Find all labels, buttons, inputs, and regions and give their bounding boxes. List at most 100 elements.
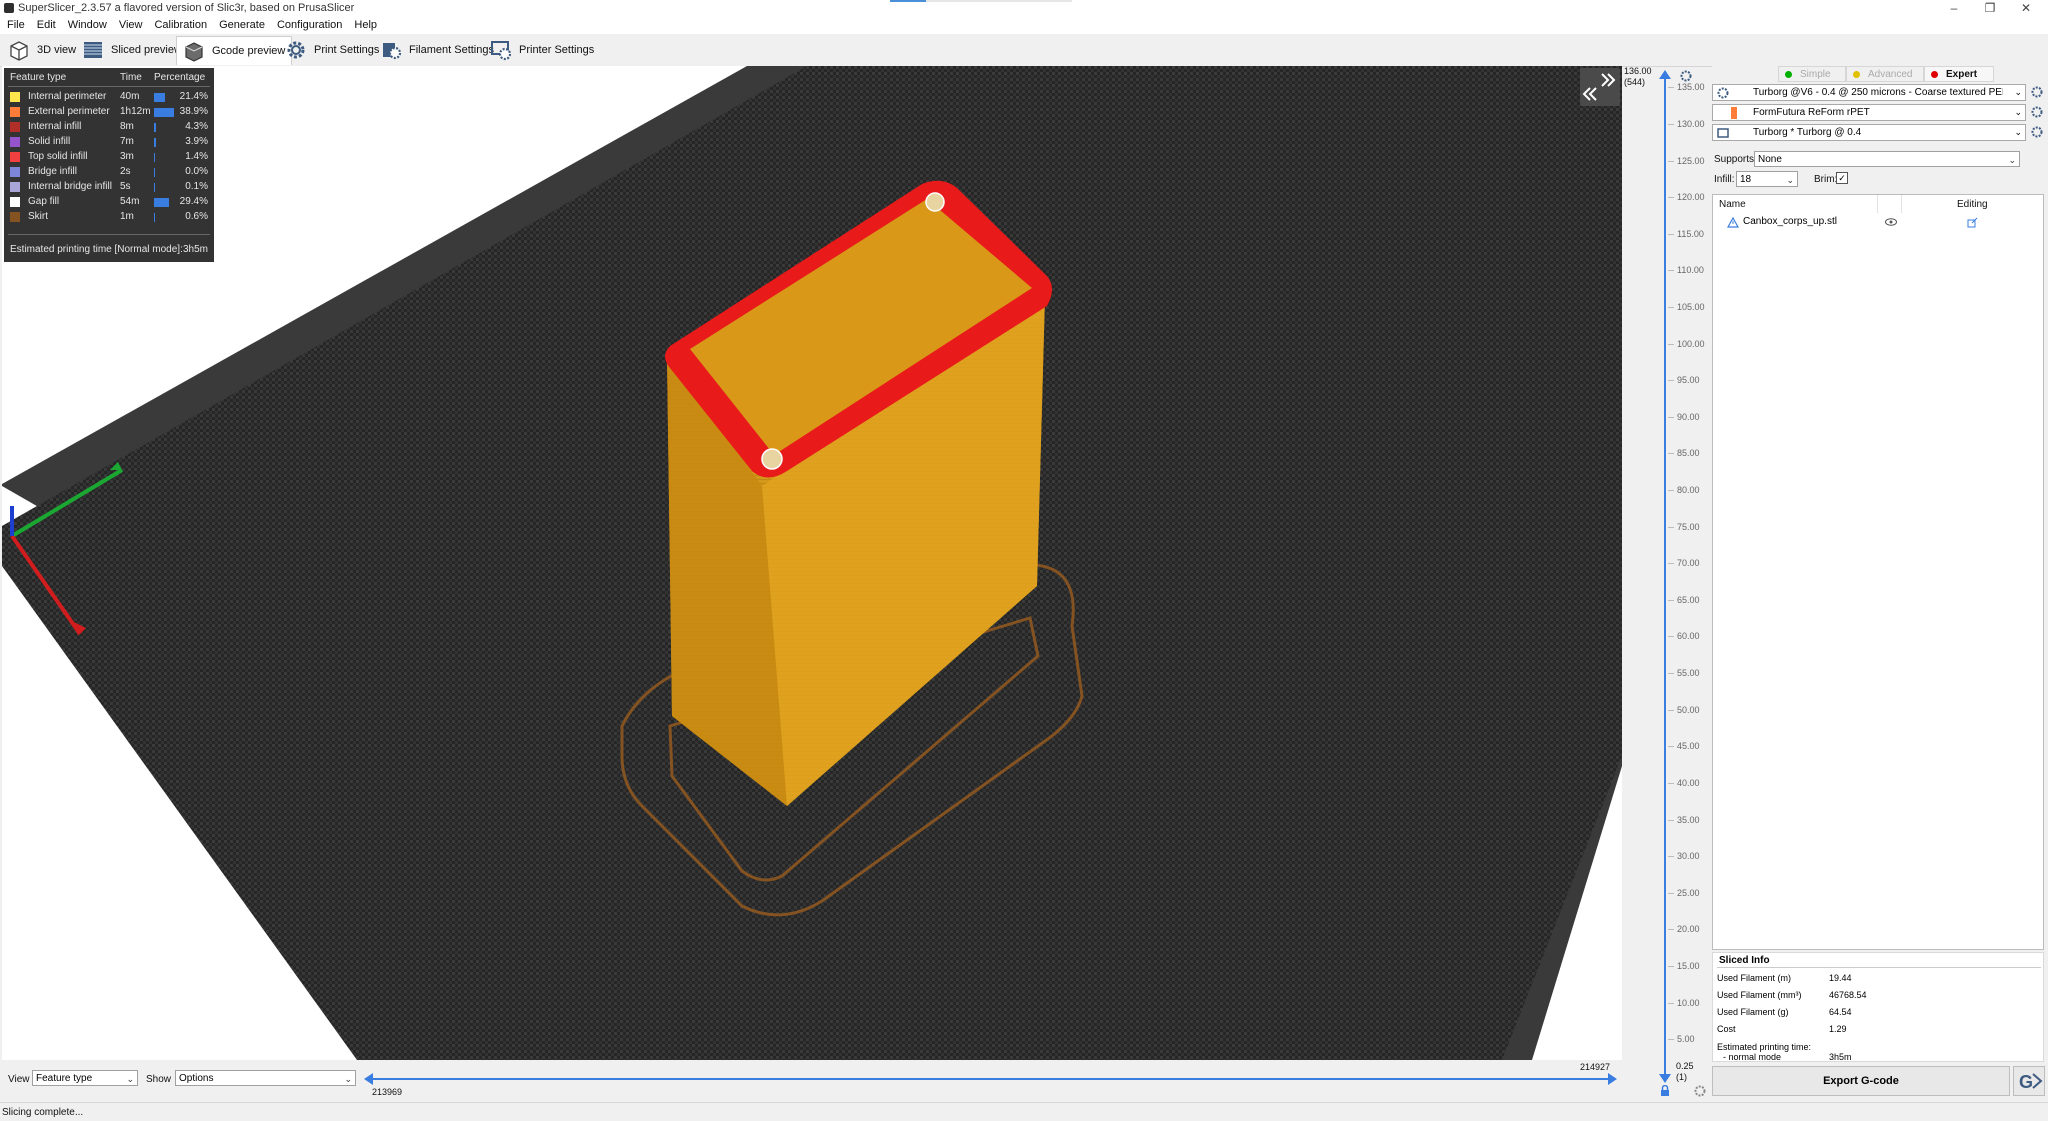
brim-checkbox[interactable]: ✓: [1836, 172, 1848, 184]
legend-feature-name: Skirt: [28, 211, 48, 222]
legend-row[interactable]: Gap fill 54m 29.4%: [4, 195, 214, 210]
infill-select[interactable]: 18 ⌄: [1736, 171, 1798, 187]
legend-row[interactable]: Internal infill 8m 4.3%: [4, 120, 214, 135]
view-select[interactable]: Feature type ⌄: [32, 1070, 138, 1086]
gear-icon[interactable]: [1680, 70, 1692, 82]
legend-color-swatch: [10, 167, 20, 177]
legend-feature-time: 54m: [120, 196, 140, 207]
layer-tick: [1668, 1003, 1674, 1004]
tab-3d-view[interactable]: 3D view: [2, 36, 82, 64]
menu-help[interactable]: Help: [348, 17, 383, 31]
infill-value: 18: [1740, 174, 1752, 185]
legend-header-percentage: Percentage: [154, 72, 206, 83]
legend-row[interactable]: Skirt 1m 0.6%: [4, 210, 214, 225]
legend-row[interactable]: Top solid infill 3m 1.4%: [4, 150, 214, 165]
tab-printer-settings[interactable]: Printer Settings: [484, 36, 600, 64]
gear-icon[interactable]: [1694, 1085, 1706, 1097]
collapse-sidebar-button[interactable]: [1580, 68, 1620, 106]
menu-edit[interactable]: Edit: [31, 17, 62, 31]
legend-header-feature: Feature type: [10, 72, 67, 83]
legend-row[interactable]: Internal bridge infill 5s 0.1%: [4, 180, 214, 195]
legend-feature-time: 40m: [120, 91, 140, 102]
layer-slider-bottom-thumb[interactable]: [1659, 1074, 1671, 1083]
layer-tick: [1668, 197, 1674, 198]
tab-print-settings[interactable]: Print Settings: [279, 36, 385, 64]
menu-calibration[interactable]: Calibration: [148, 17, 213, 31]
title-bar: SuperSlicer_2.3.57 a flavored version of…: [0, 0, 2048, 17]
mode-simple-button[interactable]: Simple: [1778, 66, 1846, 82]
legend-feature-time: 2s: [120, 166, 131, 177]
move-slider-track[interactable]: [372, 1078, 1614, 1080]
layer-tick: [1668, 87, 1674, 88]
move-slider-end-thumb[interactable]: [1608, 1073, 1617, 1085]
3d-viewport[interactable]: Feature type Time Percentage Internal pe…: [2, 66, 1622, 1060]
mode-advanced-button[interactable]: Advanced: [1846, 66, 1924, 82]
supports-label: Supports:: [1714, 154, 1757, 165]
show-select[interactable]: Options ⌄: [175, 1070, 356, 1086]
lock-icon[interactable]: [1660, 1085, 1670, 1097]
layer-slider-top-thumb[interactable]: [1659, 70, 1671, 79]
restore-button[interactable]: ❐: [1970, 0, 2010, 17]
send-to-printer-button[interactable]: G: [2013, 1066, 2045, 1096]
move-slider-start-thumb[interactable]: [364, 1073, 373, 1085]
eye-icon[interactable]: [1885, 218, 1897, 226]
layer-top-label: 136.00 (544): [1624, 66, 1652, 88]
sliced-info-divider: [1717, 967, 2041, 968]
chevron-down-icon: ⌄: [2014, 87, 2022, 97]
menu-view[interactable]: View: [113, 17, 149, 31]
filament-color-icon: [1731, 107, 1737, 119]
layer-tick: [1668, 124, 1674, 125]
filament-preset-settings-icon[interactable]: [2031, 106, 2043, 118]
legend-row[interactable]: Solid infill 7m 3.9%: [4, 135, 214, 150]
layer-tick-label: 80.00: [1677, 485, 1700, 495]
legend-feature-percentage: 3.9%: [185, 136, 208, 147]
object-list-name-header[interactable]: Name: [1719, 199, 1746, 210]
print-preset-settings-icon[interactable]: [2031, 86, 2043, 98]
mode-expert-button[interactable]: Expert: [1924, 66, 1994, 82]
layer-slider-track[interactable]: [1664, 74, 1666, 1078]
object-name: Canbox_corps_up.stl: [1743, 216, 1837, 227]
filament-preset-select[interactable]: FormFutura ReForm rPET ⌄: [1712, 104, 2026, 121]
legend-row[interactable]: Internal perimeter 40m 21.4%: [4, 90, 214, 105]
chevron-down-icon: ⌄: [2014, 107, 2022, 117]
legend-percentage-bar: [154, 198, 169, 207]
legend-feature-percentage: 0.6%: [185, 211, 208, 222]
layer-tick: [1668, 453, 1674, 454]
layer-tick: [1668, 746, 1674, 747]
legend-percentage-bar: [154, 168, 155, 177]
tab-sliced-preview[interactable]: Sliced preview: [76, 36, 188, 64]
legend-row[interactable]: External perimeter 1h12m 38.9%: [4, 105, 214, 120]
close-button[interactable]: ✕: [2006, 0, 2046, 17]
layer-tick-label: 50.00: [1677, 705, 1700, 715]
show-select-value: Options: [179, 1073, 214, 1084]
printer-preset-settings-icon[interactable]: [2031, 126, 2043, 138]
tab-label: 3D view: [37, 44, 77, 56]
legend-color-swatch: [10, 197, 20, 207]
legend-row[interactable]: Bridge infill 2s 0.0%: [4, 165, 214, 180]
layer-tick: [1668, 710, 1674, 711]
minimize-button[interactable]: –: [1934, 0, 1974, 17]
legend-divider: [8, 234, 210, 235]
gcode-scene[interactable]: [2, 66, 1622, 1060]
export-gcode-button[interactable]: Export G-code: [1712, 1066, 2010, 1096]
spool-gear-icon: [379, 38, 403, 62]
menu-configuration[interactable]: Configuration: [271, 17, 348, 31]
legend-header-time: Time: [120, 72, 142, 83]
layer-tick: [1668, 856, 1674, 857]
printer-preset-select[interactable]: Turborg * Turborg @ 0.4 ⌄: [1712, 124, 2026, 141]
layer-tick: [1668, 380, 1674, 381]
object-row[interactable]: Canbox_corps_up.stl: [1713, 213, 2043, 231]
menu-generate[interactable]: Generate: [213, 17, 271, 31]
print-preset-select[interactable]: Turborg @V6 - 0.4 @ 250 microns - Coarse…: [1712, 84, 2026, 101]
legend-feature-name: Internal infill: [28, 121, 82, 132]
supports-select[interactable]: None ⌄: [1754, 151, 2020, 167]
tab-filament-settings[interactable]: Filament Settings: [374, 36, 500, 64]
layer-tick: [1668, 417, 1674, 418]
layer-top-index: (544): [1624, 77, 1646, 87]
edit-icon[interactable]: [1967, 217, 1978, 228]
layer-tick: [1668, 234, 1674, 235]
tab-gcode-preview[interactable]: Gcode preview: [176, 36, 293, 65]
menu-file[interactable]: File: [0, 17, 31, 31]
menu-window[interactable]: Window: [62, 17, 113, 31]
object-list-editing-header[interactable]: Editing: [1957, 199, 1988, 210]
